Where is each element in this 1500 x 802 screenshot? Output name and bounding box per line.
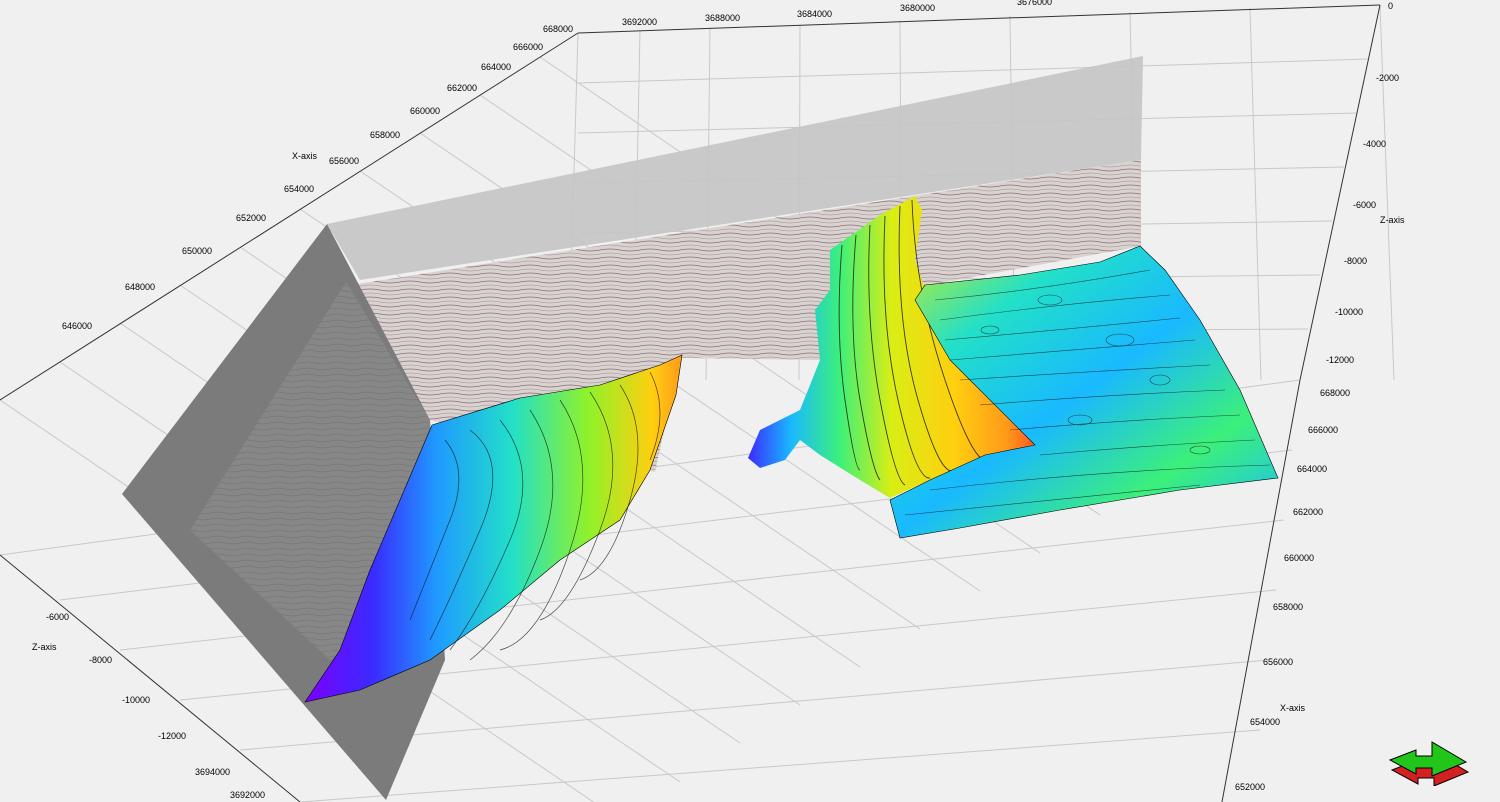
z-axis-tick-minus-10000: -10000 <box>1335 307 1364 317</box>
z-axis-title-left: Z-axis <box>32 642 57 652</box>
x-axis-right-tick-656000: 656000 <box>1263 657 1294 667</box>
y-axis-tick-3676000: 3676000 <box>1017 0 1053 7</box>
x-axis-tick-650000: 650000 <box>182 246 213 256</box>
z-axis-tick-minus-4000: -4000 <box>1363 139 1387 149</box>
x-axis-right-tick-652000: 652000 <box>1235 782 1266 792</box>
x-axis-right-tick-662000: 662000 <box>1293 507 1324 517</box>
3d-scene[interactable] <box>0 0 1500 802</box>
x-axis-tick-648000: 648000 <box>125 282 156 292</box>
grid-line <box>1379 4 1395 381</box>
x-axis-title-back: X-axis <box>292 151 318 161</box>
x-axis-tick-660000: 660000 <box>410 106 441 116</box>
x-axis-tick-654000: 654000 <box>284 184 315 194</box>
x-axis-title-right: X-axis <box>1280 703 1306 713</box>
x-axis-tick-664000: 664000 <box>481 62 512 72</box>
grid-line <box>299 729 1261 802</box>
z-axis-tick-0: 0 <box>1388 1 1394 11</box>
grid-line <box>577 58 1369 84</box>
z-axis-tick-minus-6000: -6000 <box>1353 200 1377 210</box>
x-axis-right-tick-666000: 666000 <box>1308 425 1339 435</box>
x-axis-right-tick-658000: 658000 <box>1273 602 1304 612</box>
z-axis-left-tick-minus-10000: -10000 <box>122 695 151 705</box>
x-axis-right-tick-654000: 654000 <box>1250 717 1281 727</box>
z-axis-tick-minus-8000: -8000 <box>1344 256 1368 266</box>
y-axis-tick-3688000: 3688000 <box>705 13 741 23</box>
y-axis-bottom-tick-3694000: 3694000 <box>195 767 231 777</box>
y-axis-tick-3692000: 3692000 <box>622 17 658 27</box>
z-axis-tick-minus-12000: -12000 <box>1326 355 1355 365</box>
3d-viewport[interactable]: 646000 648000 650000 652000 654000 X-axi… <box>0 0 1500 802</box>
x-axis-tick-656000: 656000 <box>329 156 360 166</box>
x-axis-tick-662000: 662000 <box>447 83 478 93</box>
3d-orientation-arrow-icon[interactable] <box>1386 738 1470 787</box>
x-axis-right-tick-660000: 660000 <box>1284 553 1315 563</box>
x-axis-right-tick-668000: 668000 <box>1320 388 1351 398</box>
z-axis-left-tick-minus-12000: -12000 <box>158 731 187 741</box>
z-axis-left-tick-minus-8000: -8000 <box>89 655 113 665</box>
z-axis-title-right: Z-axis <box>1380 215 1405 225</box>
grid-line <box>1249 7 1262 381</box>
x-axis-tick-668000: 668000 <box>543 24 574 34</box>
x-axis-tick-666000: 666000 <box>513 42 544 52</box>
x-axis-tick-652000: 652000 <box>236 213 267 223</box>
y-axis-bottom-tick-3692000: 3692000 <box>230 790 266 800</box>
x-axis-tick-646000: 646000 <box>62 321 93 331</box>
z-axis-tick-minus-2000: -2000 <box>1376 73 1400 83</box>
y-axis-tick-3684000: 3684000 <box>797 9 833 19</box>
z-axis-left-tick-minus-6000: -6000 <box>46 612 70 622</box>
x-axis-tick-658000: 658000 <box>370 130 401 140</box>
y-axis-tick-3680000: 3680000 <box>900 3 936 13</box>
x-axis-right-tick-664000: 664000 <box>1297 464 1328 474</box>
